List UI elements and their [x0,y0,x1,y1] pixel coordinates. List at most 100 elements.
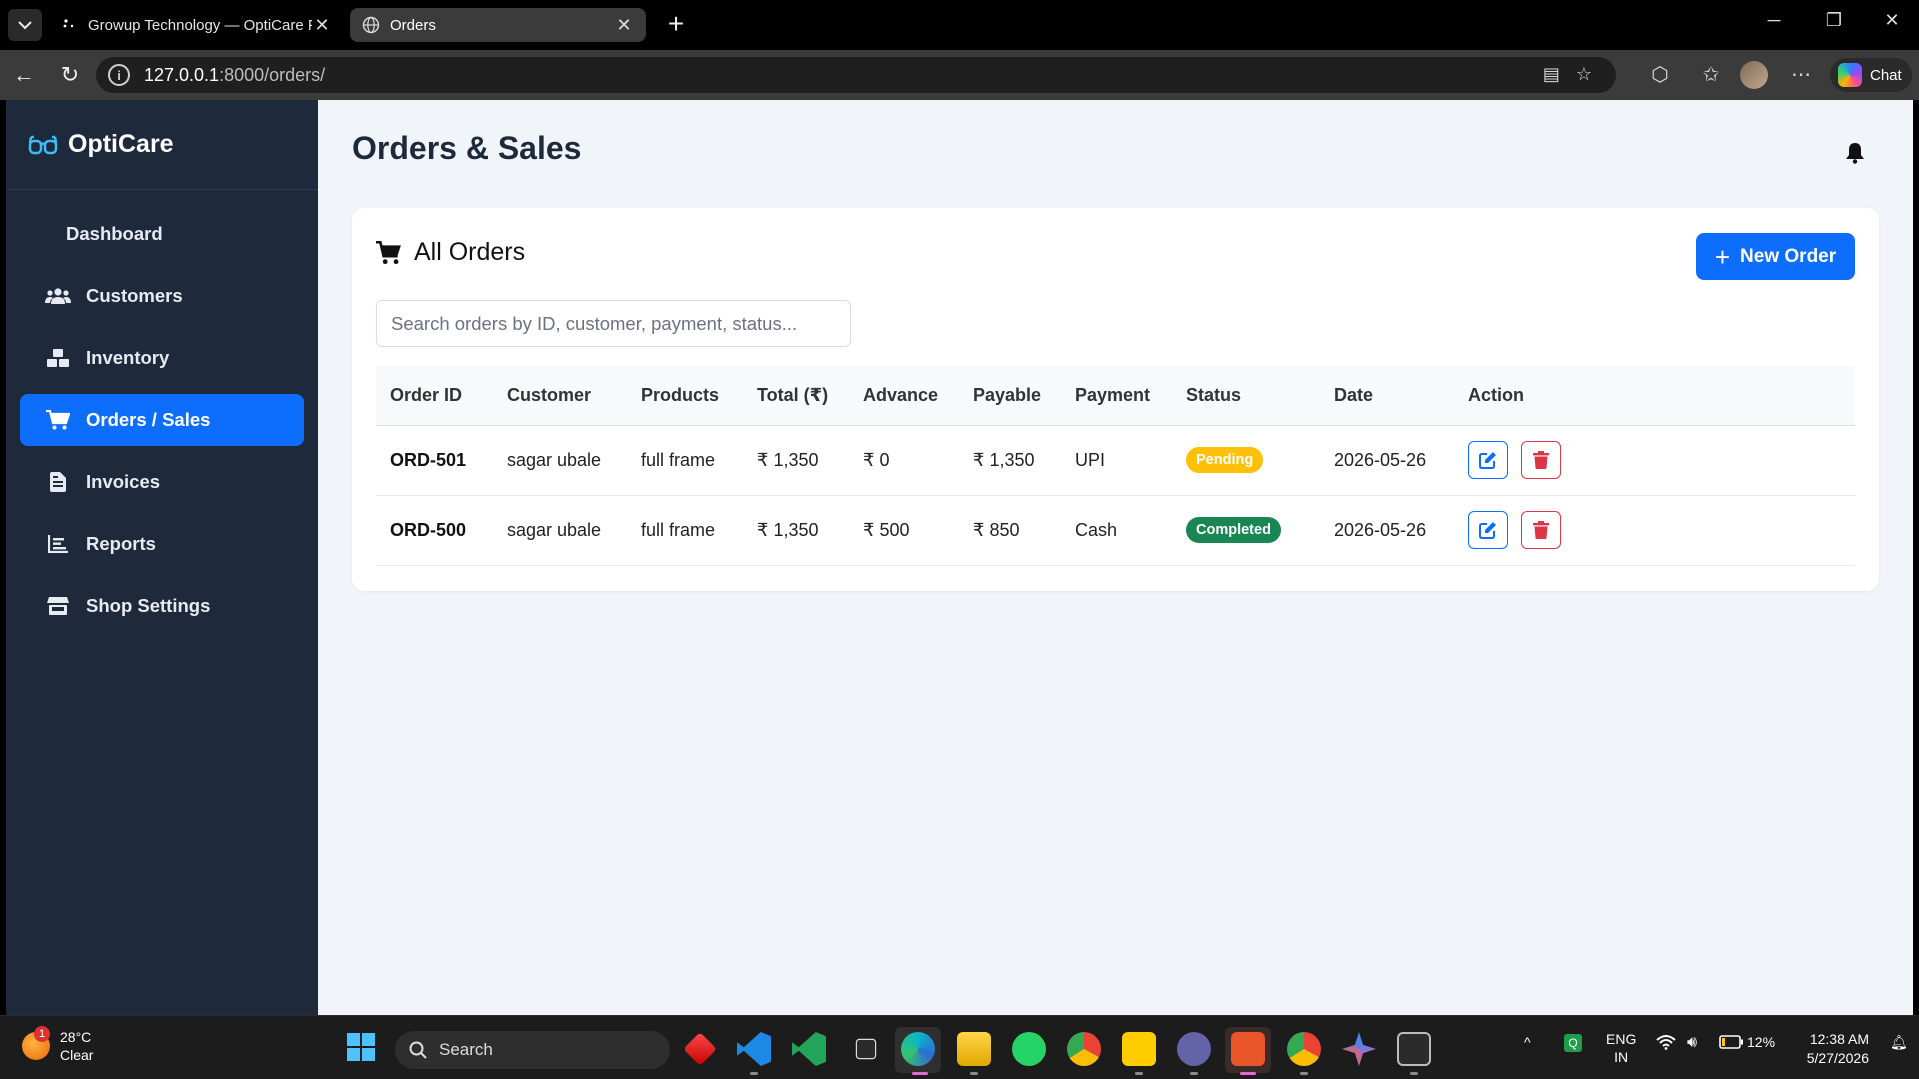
clock-date: 5/27/2026 [1806,1050,1869,1066]
products-cell: full frame [641,449,716,470]
taskbar: 1 28°C Clear Search ^ Q ENG IN 🔊︎ 12% 12… [0,1015,1919,1079]
sidebar-item-shop-settings[interactable]: Shop Settings [20,580,304,632]
advance-cell: ₹ 500 [863,519,910,540]
running-indicator [1300,1072,1308,1075]
profile-avatar[interactable] [1740,61,1768,89]
payable-cell: ₹ 1,350 [973,449,1035,470]
file-explorer-icon[interactable] [957,1032,991,1066]
restore-icon[interactable]: ❐ [1819,10,1849,31]
notifications-icon[interactable]: 🔔︎ [1890,1034,1908,1051]
weather-widget[interactable]: 1 28°C Clear [22,1026,93,1064]
vscode-icon[interactable] [737,1032,771,1066]
teams-icon[interactable] [1177,1032,1211,1066]
trash-icon [1533,521,1550,539]
start-icon[interactable] [346,1032,380,1066]
extensions-icon[interactable]: ⬡ [1646,62,1674,87]
back-icon[interactable]: ← [10,62,38,90]
advance-cell: ₹ 0 [863,449,890,470]
column-header[interactable]: Total (₹) [743,366,849,425]
column-header[interactable]: Advance [849,366,959,425]
q-tray-icon[interactable]: Q [1564,1034,1582,1052]
language-indicator[interactable]: ENG IN [1606,1030,1636,1066]
box-app-icon[interactable] [855,1038,877,1060]
chrome-icon[interactable] [1067,1032,1101,1066]
more-menu-icon[interactable]: ⋯ [1787,62,1815,87]
terminal-icon[interactable] [1397,1032,1431,1066]
table-row[interactable]: ORD-500 sagar ubale full frame ₹ 1,350 ₹… [376,495,1855,565]
wifi-icon[interactable] [1656,1034,1676,1055]
sidebar-item-customers[interactable]: Customers [20,270,304,322]
column-header[interactable]: Order ID [376,366,493,425]
sidebar-menu: Dashboard Customers Inventory Orders / S… [6,190,318,632]
volume-icon[interactable]: 🔊︎ [1687,1034,1697,1052]
edge-icon[interactable] [901,1032,935,1066]
sidebar-item-orders[interactable]: Orders / Sales [20,394,304,446]
tab-orders[interactable]: Orders ✕ [350,8,646,42]
vscode-insiders-icon[interactable] [792,1032,826,1066]
store-icon [44,596,72,616]
column-header: Action [1468,384,1524,405]
payment-cell: UPI [1075,449,1106,470]
lang-bottom: IN [1614,1049,1629,1065]
sticky-notes-icon[interactable] [1122,1032,1156,1066]
sidebar-item-dashboard[interactable]: Dashboard [20,208,304,260]
reload-icon[interactable]: ↻ [56,62,84,90]
address-bar[interactable]: i 127.0.0.1:8000/orders/ ▤ ☆ [96,57,1616,93]
close-window-icon[interactable]: ✕ [1877,10,1907,31]
favorite-star-icon[interactable]: ☆ [1576,64,1592,85]
glasses-icon [28,135,58,154]
battery-indicator[interactable]: 12% [1719,1034,1775,1050]
notification-bell-icon[interactable] [1845,142,1865,169]
sidebar-item-inventory[interactable]: Inventory [20,332,304,384]
taskbar-search[interactable]: Search [395,1031,670,1069]
delete-button[interactable] [1521,511,1562,549]
status-cell: Pending [1172,425,1320,495]
q-app-icon[interactable] [1231,1032,1265,1066]
copilot-chat-button[interactable]: Chat [1830,58,1912,92]
tab-growup[interactable]: Growup Technology — OptiCare P ✕ [48,8,344,42]
chart-icon [44,535,72,553]
new-order-button[interactable]: + New Order [1696,233,1855,280]
close-tab-icon[interactable]: ✕ [312,15,332,36]
column-header[interactable]: Payable [959,366,1061,425]
app-viewport: OptiCare Dashboard Customers Inventory O… [6,100,1913,1015]
column-header[interactable]: Payment [1061,366,1172,425]
url-host: 127.0.0.1 [144,64,220,85]
brand-name: OptiCare [68,130,174,158]
chevron-down-icon [18,21,32,30]
payment-cell: Cash [1075,519,1118,540]
brand[interactable]: OptiCare [6,100,318,190]
sidebar-item-reports[interactable]: Reports [20,518,304,570]
minimize-icon[interactable]: ─ [1759,10,1789,31]
clock[interactable]: 12:38 AM 5/27/2026 [1807,1030,1869,1068]
column-header[interactable]: Products [627,366,743,425]
search-input[interactable] [376,300,851,347]
action-cell [1454,495,1855,565]
edit-button[interactable] [1468,441,1508,479]
whatsapp-icon[interactable] [1012,1032,1046,1066]
column-header[interactable]: Customer [493,366,627,425]
reader-mode-icon[interactable]: ▤ [1543,64,1560,85]
gemini-icon[interactable] [1342,1032,1376,1066]
site-info-icon[interactable]: i [108,64,130,86]
delete-button[interactable] [1521,441,1562,479]
edit-button[interactable] [1468,511,1508,549]
chrome-profile-icon[interactable] [1287,1032,1321,1066]
sidebar-item-invoices[interactable]: Invoices [20,456,304,508]
show-hidden-icons[interactable]: ^ [1524,1034,1531,1050]
edit-icon [1479,522,1496,539]
favorites-icon[interactable]: ✩ [1697,62,1725,87]
column-header[interactable]: Date [1320,366,1454,425]
table-row[interactable]: ORD-501 sagar ubale full frame ₹ 1,350 ₹… [376,425,1855,495]
chat-label: Chat [1870,66,1902,84]
date-cell: 2026-05-26 [1334,449,1427,470]
new-tab-button[interactable]: + [660,9,692,41]
app-red-icon[interactable] [683,1032,717,1066]
battery-percent: 12% [1747,1034,1776,1050]
column-header[interactable]: Status [1172,366,1320,425]
tab-list-button[interactable] [8,9,42,41]
tab-title: Orders [390,16,436,34]
file-invoice-icon [44,472,72,492]
search-icon [409,1041,427,1059]
close-tab-icon[interactable]: ✕ [614,15,634,36]
